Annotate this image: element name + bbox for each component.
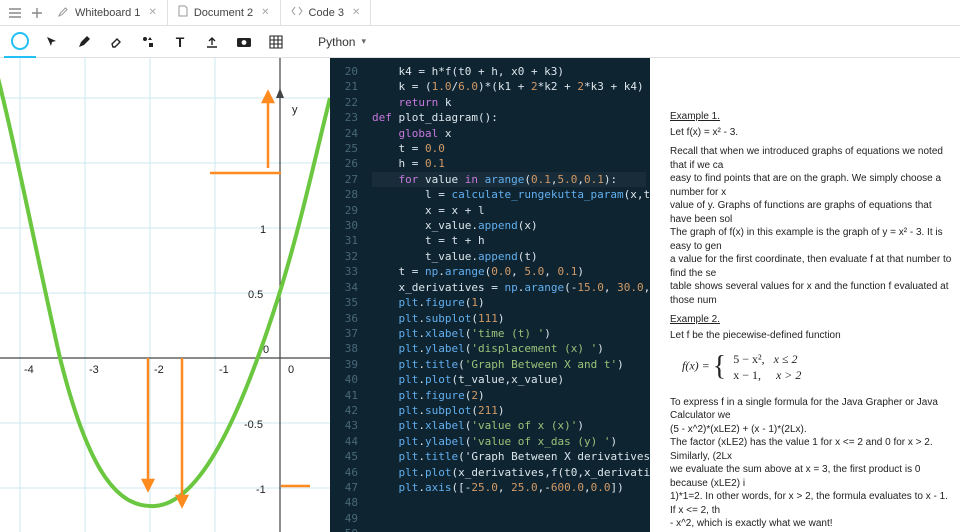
tab-label: Document 2 — [194, 7, 253, 19]
text-tool[interactable]: T — [164, 26, 196, 58]
tab-bar: Whiteboard 1 ✕ Document 2 ✕ Code 3 ✕ — [0, 0, 960, 26]
tab-label: Whiteboard 1 — [75, 7, 140, 19]
svg-text:-3: -3 — [89, 364, 99, 376]
pencil-icon — [58, 6, 69, 20]
close-icon[interactable]: ✕ — [148, 7, 156, 18]
text: To express f in a single formula for the… — [670, 396, 952, 423]
graph-canvas: -4 -3 -2 -1 0 1 0.5 0 -0.5 -1 y — [0, 58, 330, 532]
example1-title: Example 1. — [670, 110, 952, 124]
text: value of y. Graphs of functions are grap… — [670, 199, 952, 226]
text: The factor (xLE2) has the value 1 for x … — [670, 436, 952, 463]
shapes-tool[interactable] — [132, 26, 164, 58]
pen-tool[interactable] — [68, 26, 100, 58]
example1-fn: Let f(x) = x² - 3. — [670, 126, 952, 140]
svg-text:0.5: 0.5 — [248, 289, 263, 301]
upload-tool[interactable] — [196, 26, 228, 58]
text: Recall that when we introduced graphs of… — [670, 145, 952, 172]
language-label: Python — [318, 35, 355, 49]
shape-circle-tool[interactable] — [4, 26, 36, 58]
pointer-tool[interactable] — [36, 26, 68, 58]
text: a value for the first coordinate, then e… — [670, 253, 952, 280]
tab-whiteboard[interactable]: Whiteboard 1 ✕ — [48, 0, 168, 26]
code-content: k4 = h*f(t0 + h, x0 + k3) k = (1.0/6.0)*… — [372, 64, 646, 495]
text: 1)*1=2. In other words, for x > 2, the f… — [670, 490, 952, 517]
text: (5 - x^2)*(xLE2) + (x - 1)*(2Lx). — [670, 423, 952, 437]
tab-code[interactable]: Code 3 ✕ — [281, 0, 372, 26]
camera-tool[interactable] — [228, 26, 260, 58]
svg-text:-4: -4 — [24, 364, 34, 376]
document-icon — [178, 5, 188, 20]
close-icon[interactable]: ✕ — [352, 7, 360, 18]
text: The graph of f(x) in this example is the… — [670, 226, 952, 253]
gutter: 2021222324252627282930313233343536373839… — [330, 64, 366, 532]
menu-icon[interactable] — [4, 2, 26, 24]
text: table shows several values for x and the… — [670, 280, 952, 307]
chevron-down-icon: ▾ — [361, 36, 366, 47]
code-icon — [291, 6, 303, 19]
svg-text:1: 1 — [260, 224, 266, 236]
close-icon[interactable]: ✕ — [261, 7, 269, 18]
piecewise-function: f(x) = { 5 − x², x ≤ 2 x − 1, x > 2 — [682, 348, 952, 386]
example2-title: Example 2. — [670, 313, 952, 327]
tab-label: Code 3 — [309, 7, 344, 19]
tab-document[interactable]: Document 2 ✕ — [168, 0, 281, 26]
svg-text:-2: -2 — [154, 364, 164, 376]
svg-text:-1: -1 — [256, 484, 266, 496]
toolbar: T Python ▾ — [0, 26, 960, 58]
text: easy to find points that are on the grap… — [670, 172, 952, 199]
whiteboard-panel[interactable]: -4 -3 -2 -1 0 1 0.5 0 -0.5 -1 y — [0, 58, 330, 532]
svg-text:0: 0 — [288, 364, 294, 376]
svg-text:y: y — [292, 104, 298, 116]
document-panel[interactable]: Example 1. Let f(x) = x² - 3. Recall tha… — [650, 58, 960, 532]
new-tab-button[interactable] — [26, 2, 48, 24]
code-editor-panel[interactable]: 2021222324252627282930313233343536373839… — [330, 58, 650, 532]
grid-tool[interactable] — [260, 26, 292, 58]
workspace: -4 -3 -2 -1 0 1 0.5 0 -0.5 -1 y — [0, 58, 960, 532]
svg-text:-1: -1 — [219, 364, 229, 376]
example2-sub: Let f be the piecewise-defined function — [670, 329, 952, 343]
eraser-tool[interactable] — [100, 26, 132, 58]
text: we evaluate the sum above at x = 3, the … — [670, 463, 952, 490]
language-select[interactable]: Python ▾ — [318, 35, 366, 49]
text: - x^2, which is exactly what we want! — [670, 517, 952, 531]
svg-text:-0.5: -0.5 — [244, 419, 263, 431]
